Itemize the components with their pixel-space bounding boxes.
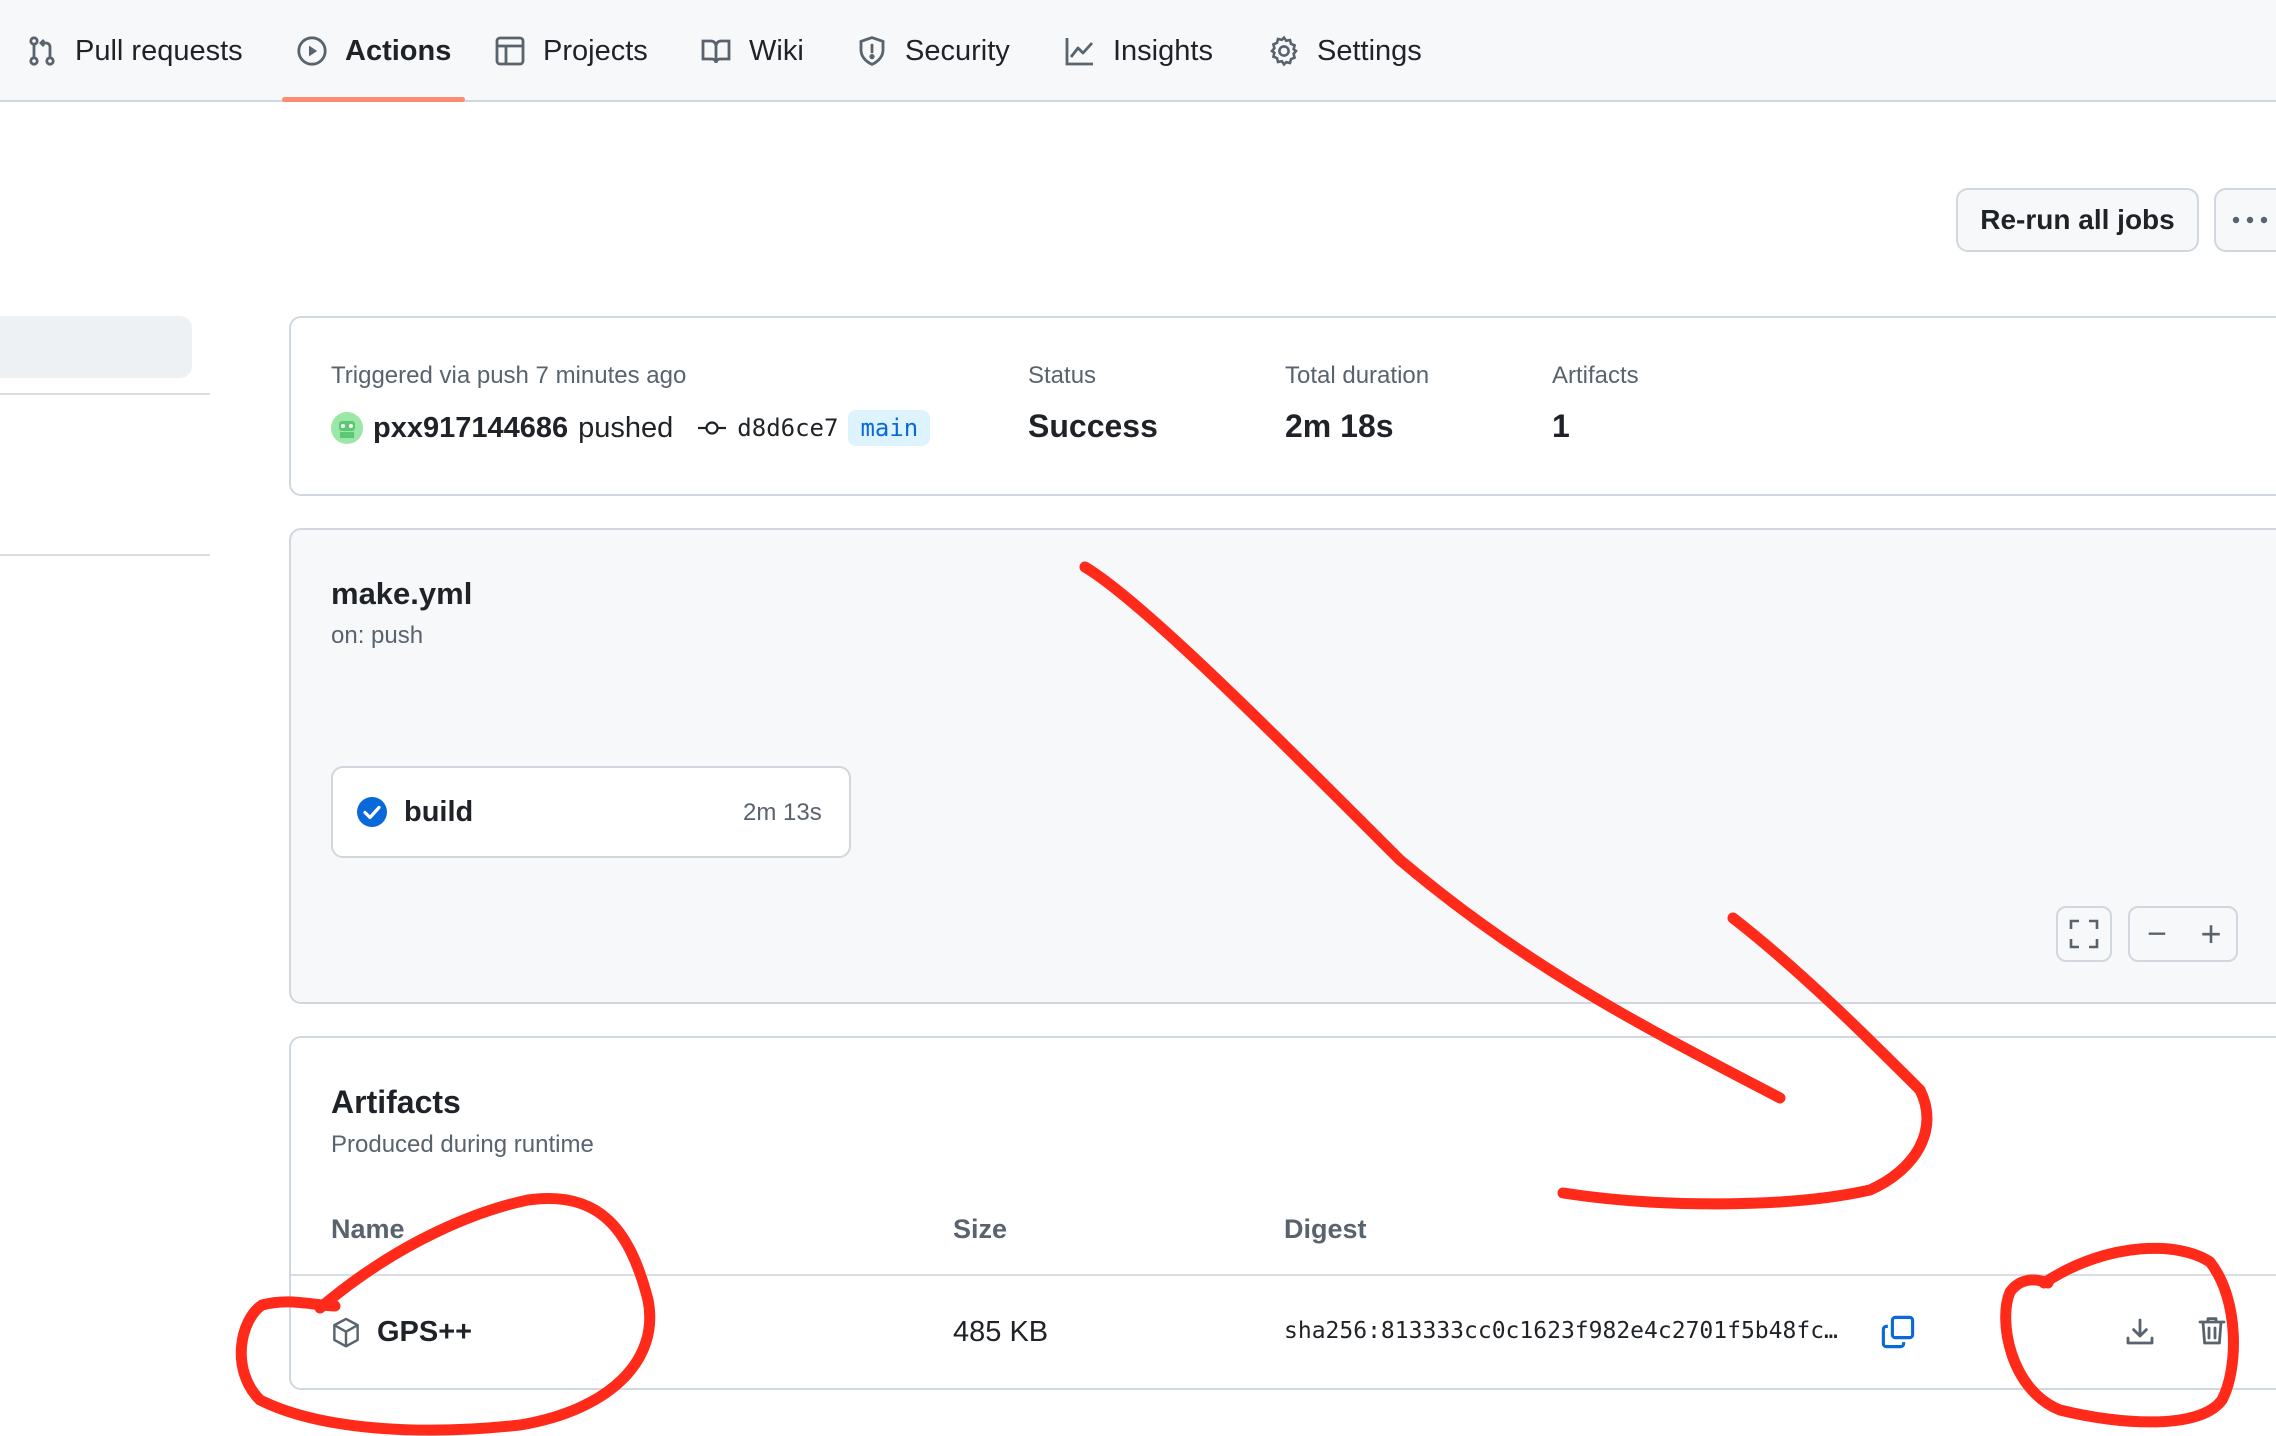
shield-icon — [859, 36, 885, 66]
gear-icon — [1270, 35, 1298, 67]
tab-wiki[interactable]: Wiki — [700, 0, 804, 102]
tab-label: Projects — [543, 34, 648, 67]
table-icon — [495, 36, 525, 66]
artifact-size: 485 KB — [953, 1316, 1049, 1348]
kebab-horizontal-icon — [2232, 216, 2268, 224]
table-row: GPS++ — [331, 1316, 472, 1349]
book-icon — [701, 39, 731, 64]
artifacts-card — [289, 1036, 2276, 1390]
copy-icon[interactable] — [1880, 1314, 1916, 1350]
check-circle-icon — [357, 797, 387, 827]
trigger-text: Triggered via push 7 minutes ago — [331, 362, 687, 389]
sidebar-divider — [0, 393, 210, 395]
artifacts-title: Artifacts — [331, 1084, 461, 1120]
tab-settings[interactable]: Settings — [1268, 0, 1422, 102]
artifacts-count-value[interactable]: 1 — [1552, 408, 1570, 445]
tab-label: Security — [905, 34, 1010, 67]
git-commit-icon — [698, 421, 727, 435]
zoom-in-button[interactable]: + — [2184, 906, 2238, 962]
column-header-size: Size — [953, 1214, 1008, 1244]
actor-action: pushed — [578, 411, 674, 444]
tab-label: Actions — [345, 34, 452, 67]
graph-icon — [1065, 38, 1094, 66]
tab-pull-requests[interactable]: Pull requests — [26, 0, 243, 102]
commit-sha-link[interactable]: d8d6ce7 — [737, 414, 838, 442]
fullscreen-button[interactable] — [2056, 906, 2112, 962]
actor-line: pxx917144686 pushed d8d6ce7 main — [331, 410, 931, 446]
artifact-digest: sha256:813333cc0c1623f982e4c2701f5b48fc… — [1284, 1318, 1838, 1344]
fullscreen-icon — [2069, 919, 2099, 949]
duration-value: 2m 18s — [1285, 408, 1394, 444]
tab-insights[interactable]: Insights — [1064, 0, 1213, 102]
artifacts-subtitle: Produced during runtime — [331, 1131, 594, 1158]
zoom-out-button[interactable]: − — [2130, 906, 2184, 962]
duration-label: Total duration — [1285, 362, 1430, 389]
sidebar-divider — [0, 554, 210, 556]
tab-label: Insights — [1113, 34, 1213, 67]
run-summary-card — [289, 316, 2276, 496]
trash-icon[interactable] — [2196, 1314, 2228, 1348]
status-label: Status — [1028, 362, 1097, 389]
tab-actions[interactable]: Actions — [281, 0, 466, 102]
play-icon — [297, 36, 327, 66]
repo-nav: Pull requests Actions Projects Wiki Secu… — [0, 0, 2276, 102]
column-header-name: Name — [331, 1214, 405, 1244]
tab-label: Settings — [1317, 34, 1422, 67]
avatar[interactable] — [331, 412, 363, 444]
job-duration: 2m 13s — [743, 799, 822, 826]
download-icon[interactable] — [2124, 1316, 2156, 1348]
column-header-digest: Digest — [1284, 1214, 1367, 1244]
tab-projects[interactable]: Projects — [494, 0, 648, 102]
actor-name[interactable]: pxx917144686 — [373, 412, 568, 445]
workflow-file-name: make.yml — [331, 576, 473, 611]
workflow-trigger: on: push — [331, 622, 424, 649]
table-divider — [291, 1274, 2276, 1276]
git-pull-request-icon — [29, 36, 55, 66]
tab-label: Wiki — [749, 34, 804, 67]
job-name: build — [404, 796, 474, 828]
artifact-name-link[interactable]: GPS++ — [377, 1316, 472, 1349]
branch-badge[interactable]: main — [848, 410, 931, 446]
tab-security[interactable]: Security — [856, 0, 1010, 102]
sidebar-selected-item[interactable] — [0, 316, 192, 378]
status-value: Success — [1028, 408, 1158, 444]
artifacts-count-label: Artifacts — [1552, 362, 1639, 389]
tab-label: Pull requests — [75, 34, 243, 67]
rerun-all-jobs-button[interactable]: Re-run all jobs — [1956, 188, 2199, 252]
more-options-button[interactable] — [2214, 188, 2276, 252]
package-icon — [333, 1317, 359, 1348]
